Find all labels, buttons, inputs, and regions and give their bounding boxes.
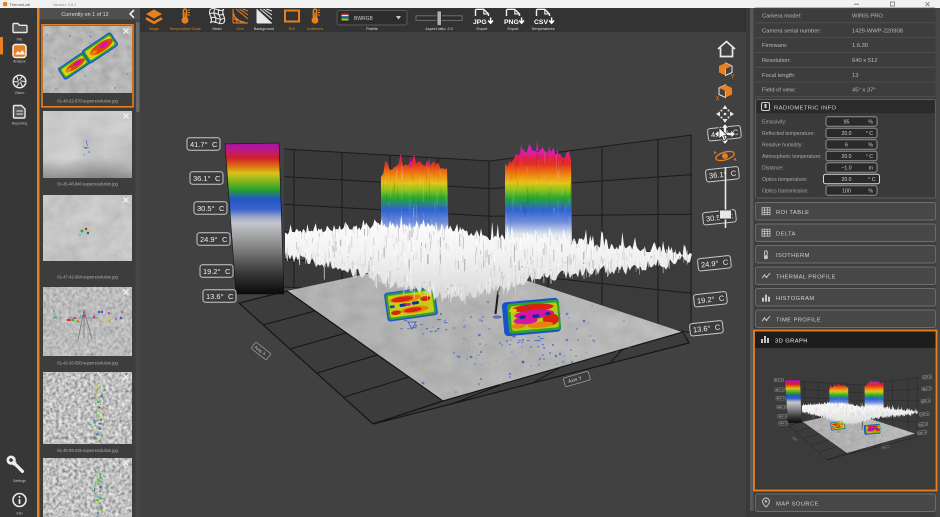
svg-text:1.6.30: 1.6.30 [852,43,868,49]
svg-text:~1.0: ~1.0 [841,166,851,172]
svg-text:Optics temperature:: Optics temperature: [762,177,808,183]
svg-text:X: X [716,97,720,103]
svg-text:Resolution:: Resolution: [762,58,791,64]
svg-text:BWRGB: BWRGB [354,16,374,22]
svg-text:1429-WWP-220908: 1429-WWP-220908 [852,28,903,34]
svg-text:RADIOMETRIC INFO: RADIOMETRIC INFO [774,106,837,112]
svg-text:95: 95 [844,120,850,126]
svg-text:MAP SOURCE: MAP SOURCE [776,501,819,507]
svg-text:Temperature Scale: Temperature Scale [169,27,201,31]
svg-text:Temperatures: Temperatures [531,27,554,31]
svg-text:01-45-48-840-superresolution.j: 01-45-48-840-superresolution.jpg [57,182,118,187]
svg-text:01-47-42-004-superresolution.j: 01-47-42-004-superresolution.jpg [57,275,118,280]
svg-text:THERMAL PROFILE: THERMAL PROFILE [776,274,836,280]
svg-text:HISTOGRAM: HISTOGRAM [776,296,815,302]
svg-text:20.0: 20.0 [841,131,851,137]
svg-text:m: m [869,166,873,172]
svg-text:%: % [868,120,873,126]
svg-text:° C: ° C [868,177,876,183]
svg-text:DELTA: DELTA [776,231,796,237]
svg-text:Analyze: Analyze [13,60,26,64]
svg-text:20.0: 20.0 [841,154,851,160]
svg-text:JPG: JPG [473,19,487,26]
svg-text:Mesh: Mesh [212,27,221,31]
svg-text:WIRIS PRO: WIRIS PRO [852,14,883,20]
svg-text:45° x 37°: 45° x 37° [852,88,876,94]
svg-text:Currently on 1 of 12: Currently on 1 of 12 [61,12,108,18]
svg-text:Vision: Vision [15,91,25,95]
svg-text:ThermoLab: ThermoLab [10,2,31,7]
svg-text:Aspect ratio: 2.0: Aspect ratio: 2.0 [425,27,452,31]
svg-text:Emissivity:: Emissivity: [762,120,787,126]
svg-text:Image: Image [149,27,160,31]
svg-text:Camera model:: Camera model: [762,14,802,20]
svg-text:Isotherms: Isotherms [307,27,324,31]
svg-text:Y: Y [731,75,735,81]
svg-text:ROI: ROI [289,27,296,31]
svg-text:PNG: PNG [504,19,519,26]
svg-text:Optics transmission:: Optics transmission: [762,189,809,195]
svg-text:13: 13 [852,73,858,79]
svg-text:Camera serial number:: Camera serial number: [762,28,821,34]
svg-text:Firmware:: Firmware: [762,43,788,49]
svg-text:6: 6 [845,143,848,149]
svg-text:Palette: Palette [366,27,378,31]
svg-text:Atmospheric temperature:: Atmospheric temperature: [762,154,822,160]
svg-text:ISOTHERM: ISOTHERM [776,253,810,259]
svg-text:Relative humidity:: Relative humidity: [762,143,803,149]
svg-text:01-48-22-570-superresolution.j: 01-48-22-570-superresolution.jpg [57,99,118,104]
svg-text:Version: 0.8.1: Version: 0.8.1 [53,3,76,7]
svg-text:Settings: Settings [13,479,26,483]
svg-text:01-45-09-225-superresolution.j: 01-45-09-225-superresolution.jpg [57,448,118,453]
svg-text:01-42-26-500-superresolution.j: 01-42-26-500-superresolution.jpg [57,361,118,366]
svg-text:Focal length:: Focal length: [762,73,796,79]
svg-text:TIME PROFILE: TIME PROFILE [776,317,821,323]
svg-text:° C: ° C [866,154,874,160]
svg-text:640 x 512: 640 x 512 [852,58,877,64]
svg-text:Distance:: Distance: [762,166,784,172]
svg-text:Field of view:: Field of view: [762,88,796,94]
svg-text:Reporting: Reporting [12,122,28,126]
svg-text:20.0: 20.0 [841,177,851,183]
svg-text:Background: Background [254,27,274,31]
svg-text:Export: Export [477,27,489,31]
svg-text:ROI TABLE: ROI TABLE [776,210,809,216]
svg-text:File: File [17,38,23,42]
svg-text:° C: ° C [866,131,874,137]
svg-text:Export: Export [508,27,520,31]
svg-text:%: % [868,189,873,195]
svg-text:Info: Info [17,512,23,516]
svg-text:100: 100 [842,189,851,195]
svg-text:Grid: Grid [236,27,243,31]
svg-text:3D GRAPH: 3D GRAPH [775,338,808,344]
svg-text:CSV: CSV [534,19,548,26]
svg-text:%: % [868,143,873,149]
svg-text:Reflected temperature:: Reflected temperature: [762,131,815,137]
